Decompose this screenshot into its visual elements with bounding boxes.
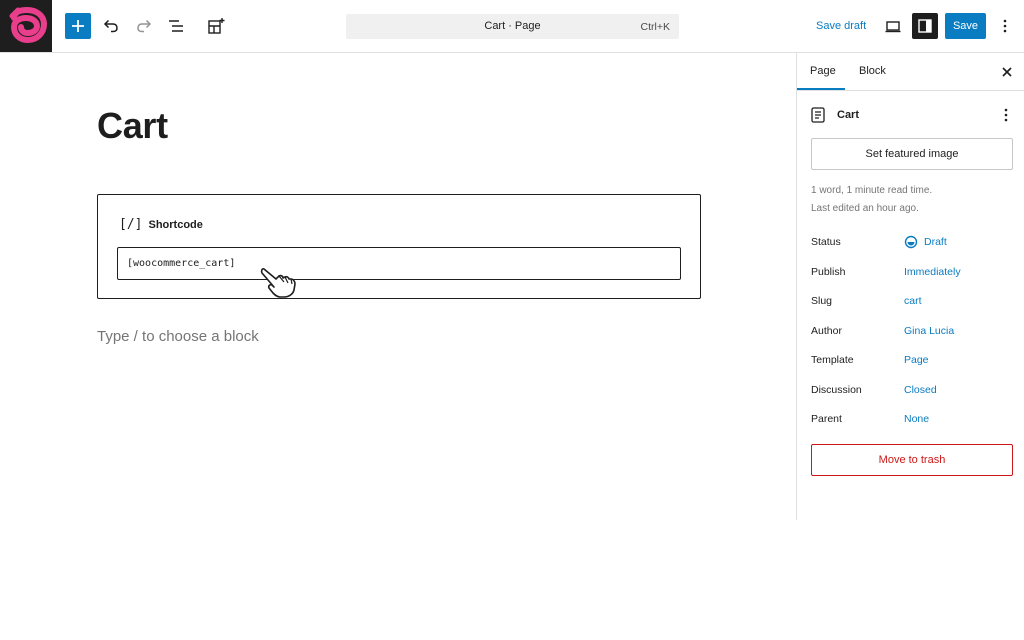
list-view-icon — [169, 20, 183, 32]
template-row: Template Page — [811, 352, 1016, 368]
template-value[interactable]: Page — [904, 354, 929, 366]
shortcode-input[interactable]: [woocommerce_cart] — [117, 247, 681, 280]
document-card-header: Cart — [811, 106, 1016, 124]
undo-button[interactable] — [98, 13, 124, 39]
page-title[interactable]: Cart — [97, 105, 168, 147]
slug-value[interactable]: cart — [904, 295, 922, 307]
parent-value[interactable]: None — [904, 413, 929, 425]
settings-toggle-button[interactable] — [912, 13, 938, 39]
hand-cursor-icon — [260, 268, 296, 298]
status-value[interactable]: Draft — [924, 236, 947, 248]
shortcode-block[interactable]: [/] Shortcode [woocommerce_cart] — [97, 194, 701, 299]
undo-icon — [103, 19, 118, 33]
read-time-text: 1 word, 1 minute read time. — [811, 185, 933, 196]
author-row: Author Gina Lucia — [811, 323, 1016, 339]
template-label: Template — [811, 354, 854, 366]
tab-block[interactable]: Block — [859, 65, 886, 77]
block-tools-button[interactable] — [203, 13, 229, 39]
shortcode-label: Shortcode — [148, 218, 203, 231]
site-logo[interactable] — [0, 0, 52, 52]
status-row: Status Draft — [811, 234, 1016, 250]
block-placeholder[interactable]: Type / to choose a block — [97, 328, 259, 345]
document-title-label: Cart — [837, 109, 860, 121]
page-icon — [811, 107, 825, 123]
more-vertical-icon — [1003, 19, 1007, 33]
settings-sidebar: Page Block Cart Set featured image 1 wor… — [796, 53, 1024, 520]
shortcode-icon: [/] — [119, 217, 143, 232]
sidebar-panel-icon — [918, 19, 932, 33]
plus-icon — [72, 20, 84, 32]
discussion-value[interactable]: Closed — [904, 384, 937, 396]
sidebar-tabs: Page Block — [797, 53, 1024, 91]
document-actions-button[interactable] — [1000, 106, 1012, 124]
move-to-trash-button[interactable]: Move to trash — [811, 444, 1013, 476]
logo-icon — [9, 6, 48, 44]
list-view-button[interactable] — [163, 13, 189, 39]
set-featured-image-button[interactable]: Set featured image — [811, 138, 1013, 170]
publish-value[interactable]: Immediately — [904, 266, 961, 278]
desktop-preview-icon — [885, 21, 901, 33]
block-add-icon — [208, 18, 225, 34]
save-draft-button[interactable]: Save draft — [808, 14, 874, 40]
slug-label: Slug — [811, 295, 833, 307]
more-vertical-icon — [1004, 108, 1008, 122]
publish-row: Publish Immediately — [811, 264, 1016, 280]
shortcode-block-header: [/] Shortcode — [119, 217, 203, 232]
block-inserter-button[interactable] — [65, 13, 91, 39]
command-palette-bar[interactable]: Cart · Page Ctrl+K — [346, 14, 679, 39]
keyboard-shortcut: Ctrl+K — [640, 21, 670, 33]
active-tab-indicator — [797, 88, 845, 90]
parent-row: Parent None — [811, 411, 1016, 427]
discussion-label: Discussion — [811, 384, 862, 396]
close-icon[interactable] — [1000, 65, 1014, 79]
last-edited-text: Last edited an hour ago. — [811, 203, 919, 214]
redo-button[interactable] — [131, 13, 157, 39]
editor-canvas: Cart [/] Shortcode [woocommerce_cart] Ty… — [0, 53, 796, 640]
slug-row: Slug cart — [811, 293, 1016, 309]
preview-button[interactable] — [880, 14, 906, 40]
publish-label: Publish — [811, 266, 846, 278]
document-title: Cart · Page — [484, 20, 541, 32]
author-label: Author — [811, 325, 842, 337]
discussion-row: Discussion Closed — [811, 382, 1016, 398]
save-button[interactable]: Save — [945, 13, 986, 39]
redo-icon — [137, 19, 152, 33]
status-label: Status — [811, 236, 841, 248]
editor-header: Cart · Page Ctrl+K Save draft Save — [0, 0, 1024, 53]
parent-label: Parent — [811, 413, 842, 425]
options-menu-button[interactable] — [995, 13, 1015, 39]
author-value[interactable]: Gina Lucia — [904, 325, 954, 337]
tab-page[interactable]: Page — [810, 65, 836, 77]
draft-status-icon — [904, 235, 918, 249]
